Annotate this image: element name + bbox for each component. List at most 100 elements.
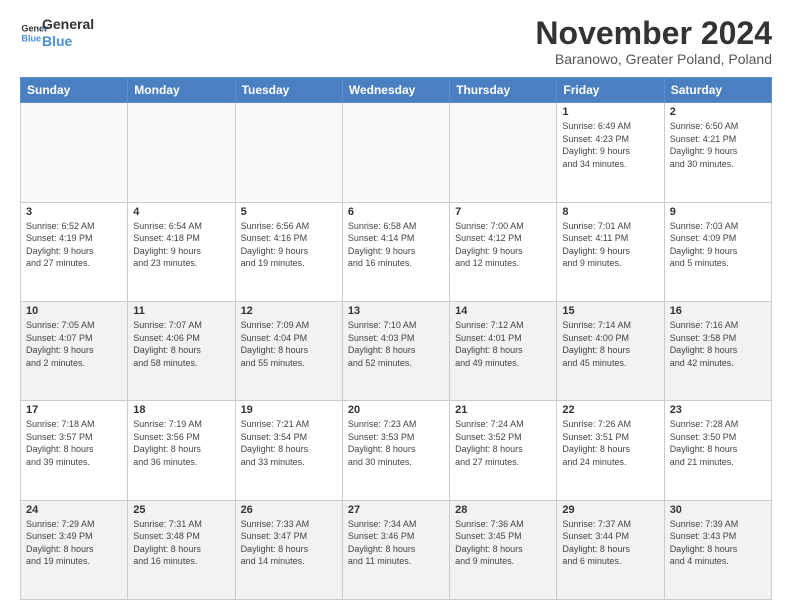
- calendar-week-row: 1 Sunrise: 6:49 AM Sunset: 4:23 PM Daylig…: [21, 103, 772, 202]
- day-number: 11: [133, 305, 229, 317]
- day-number: 3: [26, 206, 122, 218]
- calendar-cell: 26 Sunrise: 7:33 AM Sunset: 3:47 PM Dayli…: [235, 500, 342, 599]
- cell-info: Sunrise: 6:52 AM Sunset: 4:19 PM Dayligh…: [26, 220, 122, 270]
- day-number: 14: [455, 305, 551, 317]
- cell-info: Sunrise: 7:33 AM Sunset: 3:47 PM Dayligh…: [241, 518, 337, 568]
- cell-info: Sunrise: 7:14 AM Sunset: 4:00 PM Dayligh…: [562, 319, 658, 369]
- day-number: 27: [348, 504, 444, 516]
- subtitle: Baranowo, Greater Poland, Poland: [535, 51, 772, 67]
- cell-info: Sunrise: 7:18 AM Sunset: 3:57 PM Dayligh…: [26, 418, 122, 468]
- cell-info: Sunrise: 7:00 AM Sunset: 4:12 PM Dayligh…: [455, 220, 551, 270]
- header-day: Saturday: [664, 78, 771, 103]
- day-number: 17: [26, 404, 122, 416]
- calendar-table: SundayMondayTuesdayWednesdayThursdayFrid…: [20, 77, 772, 600]
- cell-info: Sunrise: 7:24 AM Sunset: 3:52 PM Dayligh…: [455, 418, 551, 468]
- calendar-cell: 10 Sunrise: 7:05 AM Sunset: 4:07 PM Dayli…: [21, 301, 128, 400]
- day-number: 29: [562, 504, 658, 516]
- cell-info: Sunrise: 7:28 AM Sunset: 3:50 PM Dayligh…: [670, 418, 766, 468]
- calendar-cell: 14 Sunrise: 7:12 AM Sunset: 4:01 PM Dayli…: [450, 301, 557, 400]
- day-number: 15: [562, 305, 658, 317]
- day-number: 10: [26, 305, 122, 317]
- day-number: 4: [133, 206, 229, 218]
- calendar-week-row: 10 Sunrise: 7:05 AM Sunset: 4:07 PM Dayli…: [21, 301, 772, 400]
- calendar-cell: 4 Sunrise: 6:54 AM Sunset: 4:18 PM Daylig…: [128, 202, 235, 301]
- day-number: 1: [562, 106, 658, 118]
- calendar-cell: 29 Sunrise: 7:37 AM Sunset: 3:44 PM Dayli…: [557, 500, 664, 599]
- calendar-cell: 21Sunrise: 7:24 AM Sunset: 3:52 PM Dayli…: [450, 401, 557, 500]
- day-number: 16: [670, 305, 766, 317]
- calendar-cell: [21, 103, 128, 202]
- month-title: November 2024: [535, 16, 772, 51]
- cell-info: Sunrise: 7:37 AM Sunset: 3:44 PM Dayligh…: [562, 518, 658, 568]
- cell-info: Sunrise: 7:16 AM Sunset: 3:58 PM Dayligh…: [670, 319, 766, 369]
- calendar-cell: 1 Sunrise: 6:49 AM Sunset: 4:23 PM Daylig…: [557, 103, 664, 202]
- header-day: Wednesday: [342, 78, 449, 103]
- day-number: 7: [455, 206, 551, 218]
- calendar-cell: [450, 103, 557, 202]
- day-number: 20: [348, 404, 444, 416]
- cell-info: Sunrise: 7:19 AM Sunset: 3:56 PM Dayligh…: [133, 418, 229, 468]
- header: General Blue General Blue November 2024 …: [20, 16, 772, 67]
- day-number: 8: [562, 206, 658, 218]
- day-number: 22: [562, 404, 658, 416]
- calendar-cell: 30Sunrise: 7:39 AM Sunset: 3:43 PM Dayli…: [664, 500, 771, 599]
- svg-text:Blue: Blue: [21, 33, 41, 43]
- calendar-cell: 12Sunrise: 7:09 AM Sunset: 4:04 PM Dayli…: [235, 301, 342, 400]
- cell-info: Sunrise: 7:36 AM Sunset: 3:45 PM Dayligh…: [455, 518, 551, 568]
- cell-info: Sunrise: 7:01 AM Sunset: 4:11 PM Dayligh…: [562, 220, 658, 270]
- cell-info: Sunrise: 7:10 AM Sunset: 4:03 PM Dayligh…: [348, 319, 444, 369]
- title-block: November 2024 Baranowo, Greater Poland, …: [535, 16, 772, 67]
- cell-info: Sunrise: 7:31 AM Sunset: 3:48 PM Dayligh…: [133, 518, 229, 568]
- day-number: 23: [670, 404, 766, 416]
- calendar-cell: 2 Sunrise: 6:50 AM Sunset: 4:21 PM Daylig…: [664, 103, 771, 202]
- cell-info: Sunrise: 6:54 AM Sunset: 4:18 PM Dayligh…: [133, 220, 229, 270]
- calendar-cell: 24Sunrise: 7:29 AM Sunset: 3:49 PM Dayli…: [21, 500, 128, 599]
- cell-info: Sunrise: 7:26 AM Sunset: 3:51 PM Dayligh…: [562, 418, 658, 468]
- cell-info: Sunrise: 6:58 AM Sunset: 4:14 PM Dayligh…: [348, 220, 444, 270]
- cell-info: Sunrise: 6:50 AM Sunset: 4:21 PM Dayligh…: [670, 120, 766, 170]
- header-day: Sunday: [21, 78, 128, 103]
- calendar-cell: 27Sunrise: 7:34 AM Sunset: 3:46 PM Dayli…: [342, 500, 449, 599]
- calendar-cell: 13 Sunrise: 7:10 AM Sunset: 4:03 PM Dayli…: [342, 301, 449, 400]
- calendar-cell: 23 Sunrise: 7:28 AM Sunset: 3:50 PM Dayli…: [664, 401, 771, 500]
- day-number: 30: [670, 504, 766, 516]
- cell-info: Sunrise: 7:05 AM Sunset: 4:07 PM Dayligh…: [26, 319, 122, 369]
- cell-info: Sunrise: 7:21 AM Sunset: 3:54 PM Dayligh…: [241, 418, 337, 468]
- calendar-cell: 18 Sunrise: 7:19 AM Sunset: 3:56 PM Dayli…: [128, 401, 235, 500]
- calendar-cell: 20Sunrise: 7:23 AM Sunset: 3:53 PM Dayli…: [342, 401, 449, 500]
- day-number: 12: [241, 305, 337, 317]
- day-number: 26: [241, 504, 337, 516]
- day-number: 9: [670, 206, 766, 218]
- calendar-cell: [128, 103, 235, 202]
- day-number: 13: [348, 305, 444, 317]
- calendar-cell: 19 Sunrise: 7:21 AM Sunset: 3:54 PM Dayli…: [235, 401, 342, 500]
- calendar-cell: 28Sunrise: 7:36 AM Sunset: 3:45 PM Dayli…: [450, 500, 557, 599]
- header-day: Friday: [557, 78, 664, 103]
- calendar-cell: 3 Sunrise: 6:52 AM Sunset: 4:19 PM Daylig…: [21, 202, 128, 301]
- calendar-cell: 7 Sunrise: 7:00 AM Sunset: 4:12 PM Daylig…: [450, 202, 557, 301]
- cell-info: Sunrise: 6:49 AM Sunset: 4:23 PM Dayligh…: [562, 120, 658, 170]
- calendar-cell: 6 Sunrise: 6:58 AM Sunset: 4:14 PM Daylig…: [342, 202, 449, 301]
- header-row: SundayMondayTuesdayWednesdayThursdayFrid…: [21, 78, 772, 103]
- calendar-week-row: 24Sunrise: 7:29 AM Sunset: 3:49 PM Dayli…: [21, 500, 772, 599]
- calendar-cell: 22 Sunrise: 7:26 AM Sunset: 3:51 PM Dayli…: [557, 401, 664, 500]
- day-number: 18: [133, 404, 229, 416]
- cell-info: Sunrise: 7:29 AM Sunset: 3:49 PM Dayligh…: [26, 518, 122, 568]
- calendar-cell: 16 Sunrise: 7:16 AM Sunset: 3:58 PM Dayli…: [664, 301, 771, 400]
- cell-info: Sunrise: 6:56 AM Sunset: 4:16 PM Dayligh…: [241, 220, 337, 270]
- calendar-cell: 8 Sunrise: 7:01 AM Sunset: 4:11 PM Daylig…: [557, 202, 664, 301]
- calendar-cell: 17 Sunrise: 7:18 AM Sunset: 3:57 PM Dayli…: [21, 401, 128, 500]
- calendar-cell: 9Sunrise: 7:03 AM Sunset: 4:09 PM Daylig…: [664, 202, 771, 301]
- day-number: 2: [670, 106, 766, 118]
- calendar-cell: [342, 103, 449, 202]
- day-number: 6: [348, 206, 444, 218]
- calendar-cell: 25 Sunrise: 7:31 AM Sunset: 3:48 PM Dayli…: [128, 500, 235, 599]
- day-number: 25: [133, 504, 229, 516]
- day-number: 19: [241, 404, 337, 416]
- logo-line2: Blue: [42, 33, 94, 50]
- header-day: Monday: [128, 78, 235, 103]
- calendar-cell: 11Sunrise: 7:07 AM Sunset: 4:06 PM Dayli…: [128, 301, 235, 400]
- day-number: 5: [241, 206, 337, 218]
- cell-info: Sunrise: 7:12 AM Sunset: 4:01 PM Dayligh…: [455, 319, 551, 369]
- calendar-cell: 15 Sunrise: 7:14 AM Sunset: 4:00 PM Dayli…: [557, 301, 664, 400]
